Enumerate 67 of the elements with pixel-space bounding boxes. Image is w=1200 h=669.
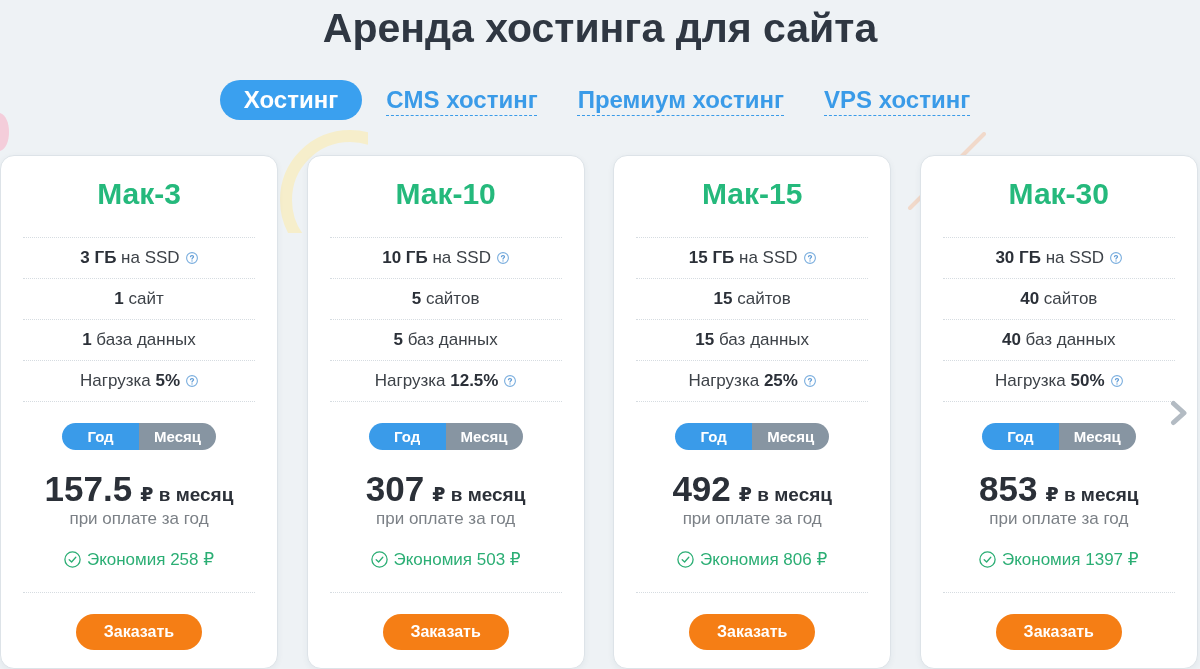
billing-period-option[interactable]: Месяц [1058, 423, 1136, 450]
help-icon[interactable] [496, 252, 509, 264]
feature-text: 1 база данных [82, 330, 196, 350]
feature-text: 5 баз данных [393, 330, 498, 350]
feature-text: 40 баз данных [1001, 330, 1116, 350]
feature-text: 15 сайтов [713, 289, 791, 309]
price-note: при оплате за год [376, 508, 516, 530]
billing-period-option[interactable]: Месяц [139, 423, 216, 450]
price-amount: 492 [672, 470, 731, 508]
savings-text: Экономия 1397 ₽ [1001, 548, 1139, 570]
plan-name: Мак-10 [395, 176, 496, 212]
check-circle-icon [370, 550, 388, 568]
page-title: Аренда хостинга для сайта [322, 4, 878, 52]
savings-text: Экономия 806 ₽ [700, 548, 828, 570]
price-unit: ₽ в месяц [140, 483, 234, 506]
price-amount: 307 [365, 470, 425, 508]
hosting-tab[interactable]: Хостинг [219, 80, 363, 120]
savings-text: Экономия 503 ₽ [393, 548, 521, 570]
check-circle-icon [978, 550, 996, 568]
price-note: при оплате за год [989, 508, 1129, 530]
billing-period-option[interactable]: Год [368, 423, 446, 450]
feature-text: 5 сайтов [411, 289, 480, 309]
feature-text: 40 сайтов [1020, 289, 1098, 309]
order-button[interactable]: Заказать [689, 614, 816, 650]
billing-period-option[interactable]: Месяц [445, 423, 523, 450]
price-unit: ₽ в месяц [1045, 483, 1139, 506]
price-unit: ₽ в месяц [738, 483, 832, 506]
help-icon[interactable] [186, 375, 199, 387]
chevron-right-icon[interactable] [1170, 400, 1188, 426]
help-icon[interactable] [803, 375, 816, 387]
help-icon[interactable] [1110, 252, 1123, 264]
order-button[interactable]: Заказать [76, 614, 202, 650]
price-note: при оплате за год [69, 508, 209, 530]
plan-name: Мак-15 [701, 176, 803, 212]
order-button[interactable]: Заказать [382, 614, 509, 650]
billing-period-option[interactable]: Год [675, 423, 753, 450]
price-note: при оплате за год [682, 508, 822, 530]
plan-name: Мак-3 [97, 176, 181, 212]
order-button[interactable]: Заказать [995, 614, 1122, 650]
billing-period-option[interactable]: Месяц [752, 423, 830, 450]
feature-text: Нагрузка 50% [995, 371, 1105, 391]
help-icon[interactable] [185, 252, 198, 264]
help-icon[interactable] [803, 252, 816, 264]
help-icon[interactable] [504, 375, 517, 387]
help-icon[interactable] [1110, 375, 1123, 387]
feature-text: 30 ГБ на SSD [995, 248, 1105, 268]
feature-text: 1 сайт [114, 289, 164, 309]
feature-text: 15 ГБ на SSD [688, 248, 798, 268]
feature-text: 15 баз данных [695, 330, 809, 350]
price-unit: ₽ в месяц [432, 483, 526, 506]
hosting-tab[interactable]: VPS хостинг [814, 80, 981, 120]
price-amount: 853 [979, 470, 1038, 508]
feature-text: Нагрузка 12.5% [374, 371, 499, 391]
billing-period-option[interactable]: Год [62, 423, 139, 450]
plan-name: Мак-30 [1008, 176, 1109, 212]
check-circle-icon [677, 550, 695, 568]
price-amount: 157.5 [44, 470, 133, 508]
feature-text: Нагрузка 25% [688, 371, 798, 391]
check-circle-icon [63, 550, 81, 568]
feature-text: 3 ГБ на SSD [80, 248, 180, 268]
hosting-tab[interactable]: CMS хостинг [376, 80, 548, 120]
hosting-tab[interactable]: Премиум хостинг [567, 80, 794, 120]
feature-text: Нагрузка 5% [79, 371, 181, 391]
savings-text: Экономия 258 ₽ [86, 548, 215, 570]
feature-text: 10 ГБ на SSD [382, 248, 491, 268]
decorative-blob [0, 113, 9, 151]
billing-period-option[interactable]: Год [981, 423, 1059, 450]
